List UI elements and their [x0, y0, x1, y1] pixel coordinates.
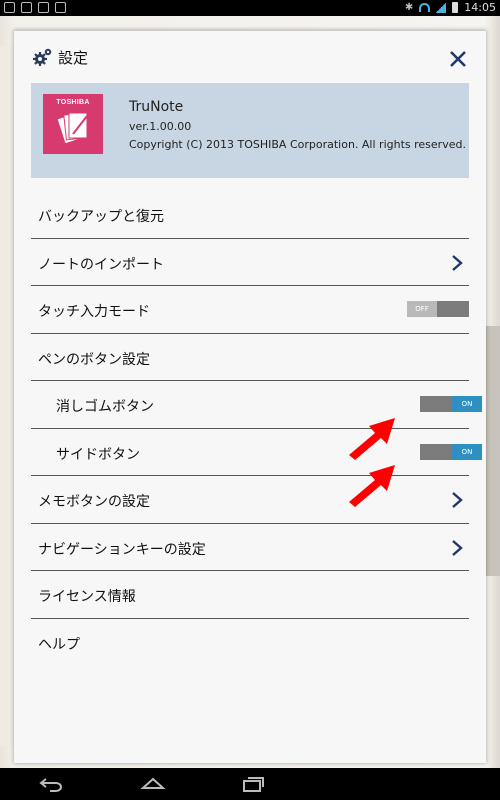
wifi-icon	[419, 3, 431, 12]
eraser-button-label: 消しゴムボタン	[56, 399, 154, 415]
help-label: ヘルプ	[38, 636, 80, 653]
navigation-key-settings-item[interactable]: ナビゲーションキーの設定	[31, 524, 469, 571]
image-icon	[21, 2, 32, 13]
annotation-arrow-side	[349, 465, 395, 507]
gamepad-icon	[55, 2, 66, 13]
settings-list: バックアップと復元 ノートのインポート タッチ入力モード OFF ペンのボタン設…	[31, 191, 482, 667]
app-copyright: Copyright (C) 2013 TOSHIBA Corporation. …	[129, 138, 466, 151]
side-button-label: サイドボタン	[56, 446, 140, 463]
chevron-right-icon	[452, 254, 463, 271]
backup-restore-item[interactable]: バックアップと復元	[31, 191, 469, 239]
pen-button-settings-header: ペンのボタン設定	[31, 334, 469, 381]
dialog-title: 設定	[58, 49, 89, 67]
settings-dialog: 設定 TOSHIBA TruNote ver.1.00.00 Copyright…	[14, 30, 486, 763]
memo-button-settings-label: メモボタンの設定	[38, 494, 150, 510]
side-button-item[interactable]: サイドボタン ON	[31, 429, 482, 476]
background-edge-right	[486, 326, 500, 576]
license-info-item[interactable]: ライセンス情報	[31, 571, 469, 619]
home-icon[interactable]	[140, 776, 166, 792]
touch-input-mode-label: タッチ入力モード	[38, 304, 150, 320]
note-import-label: ノートのインポート	[38, 256, 164, 273]
signal-icon	[436, 2, 447, 13]
navigation-bar	[0, 768, 500, 800]
touch-input-mode-toggle[interactable]: OFF	[407, 301, 469, 317]
battery-icon	[452, 2, 459, 13]
annotation-arrow-eraser	[349, 418, 395, 460]
pen-button-settings-label: ペンのボタン設定	[38, 351, 150, 368]
app-version: ver.1.00.00	[129, 120, 192, 133]
memo-button-settings-item[interactable]: メモボタンの設定	[31, 476, 469, 524]
status-clock: 14:05	[464, 1, 496, 14]
toggle-off-knob: OFF	[407, 301, 437, 317]
notification-p-icon	[4, 2, 15, 13]
side-button-toggle[interactable]: ON	[420, 443, 482, 460]
background-edge-left	[0, 46, 14, 746]
touch-input-mode-item[interactable]: タッチ入力モード OFF	[31, 286, 469, 334]
app-info-panel: TOSHIBA TruNote ver.1.00.00 Copyright (C…	[31, 83, 469, 178]
eraser-button-item[interactable]: 消しゴムボタン ON	[31, 381, 482, 429]
help-item[interactable]: ヘルプ	[31, 619, 469, 667]
eraser-button-toggle[interactable]: ON	[420, 396, 482, 412]
recent-apps-icon[interactable]	[240, 776, 266, 792]
notes-icon	[57, 112, 88, 144]
gear-icon	[33, 48, 52, 66]
app-logo: TOSHIBA	[43, 94, 103, 154]
back-icon[interactable]	[38, 776, 64, 792]
close-icon[interactable]	[448, 49, 468, 69]
dialog-header: 設定	[14, 31, 486, 83]
note-import-item[interactable]: ノートのインポート	[31, 239, 469, 286]
chevron-right-icon	[452, 492, 463, 508]
app-name: TruNote	[129, 99, 184, 115]
bluetooth-icon: ✱	[404, 2, 414, 13]
mail-icon	[38, 2, 49, 13]
navigation-key-settings-label: ナビゲーションキーの設定	[38, 541, 206, 558]
license-info-label: ライセンス情報	[38, 589, 136, 605]
status-bar: ✱ 14:05	[0, 0, 500, 16]
backup-restore-label: バックアップと復元	[38, 209, 164, 225]
toggle-on-knob: ON	[452, 396, 482, 412]
notification-icons	[4, 2, 66, 13]
chevron-right-icon	[452, 539, 463, 556]
toggle-on-knob: ON	[452, 443, 482, 460]
